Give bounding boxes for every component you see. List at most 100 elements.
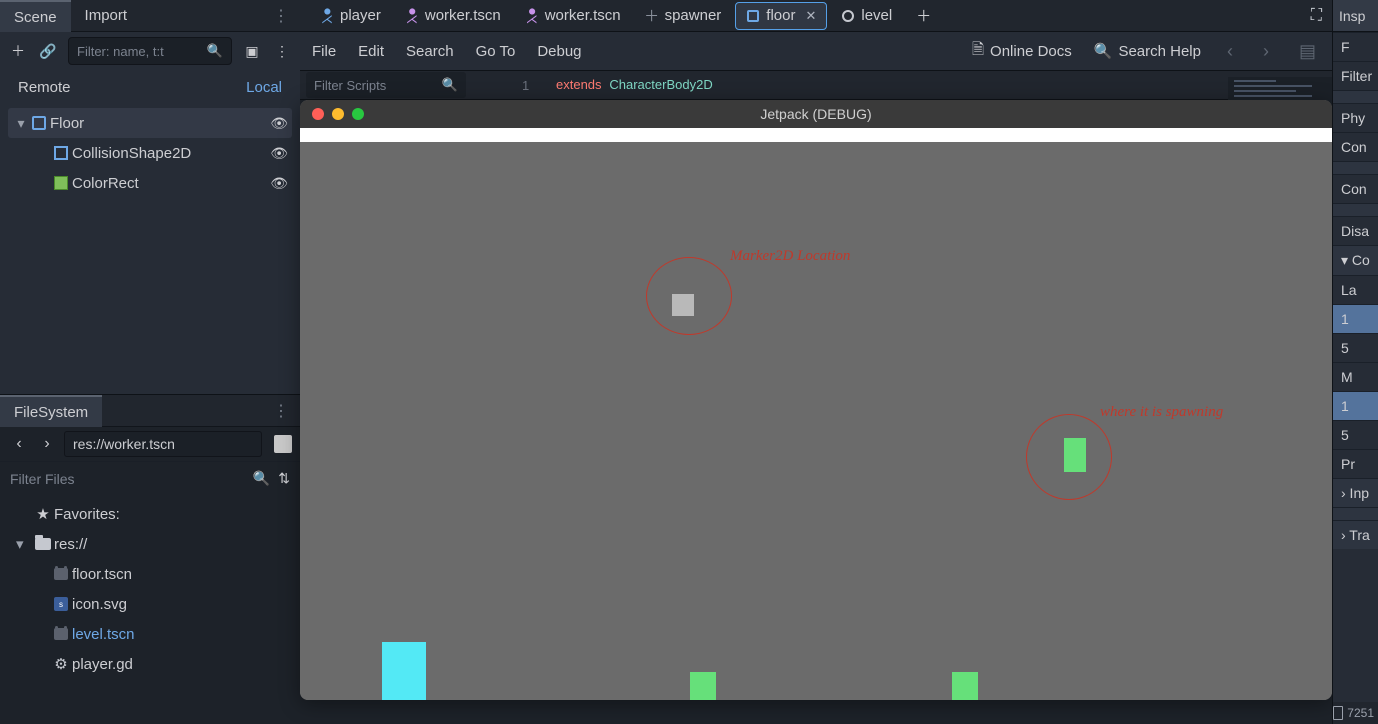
menu-file[interactable]: File (312, 43, 336, 60)
filesystem-tree: Favorites: ▾ res:// floor.tscnsicon.svg leve… (0, 495, 300, 724)
search-icon[interactable]: 🔍 (253, 470, 270, 487)
script-menu-bar: File Edit Search Go To Debug 🗎Online Doc… (300, 32, 1332, 70)
inspector-row[interactable]: M (1333, 362, 1378, 391)
tab-label: worker.tscn (425, 7, 501, 24)
inspector-row[interactable]: Disa (1333, 216, 1378, 245)
tab-label: spawner (665, 7, 722, 24)
scene-file-icon (54, 568, 68, 580)
chevron-down-icon[interactable]: ▾ (16, 535, 32, 553)
menu-debug[interactable]: Debug (537, 43, 581, 60)
inspector-row[interactable]: Filter (1333, 61, 1378, 90)
scene-tree-node[interactable]: ColorRect👁 (8, 168, 292, 198)
chevron-down-icon[interactable]: ▾ (14, 115, 28, 132)
worker-sprite (690, 672, 716, 700)
inspector-row[interactable]: ▾ Co (1333, 245, 1378, 275)
scene-tab-item[interactable]: worker.tscn (515, 2, 631, 30)
distraction-free-icon[interactable] (1311, 7, 1322, 25)
scene-file-icon (54, 628, 68, 640)
filesystem-tab[interactable]: FileSystem (0, 395, 102, 427)
inspector-row[interactable]: F (1333, 32, 1378, 61)
inspector-row[interactable]: 1 (1333, 391, 1378, 420)
menu-goto[interactable]: Go To (476, 43, 516, 60)
nav-back-icon[interactable]: ‹ (8, 435, 30, 453)
code-editor[interactable]: 1 extends CharacterBody2D (466, 77, 1332, 93)
inspector-row[interactable]: Con (1333, 174, 1378, 203)
scene-tree: ▾Floor👁CollisionShape2D👁ColorRect👁 (0, 104, 300, 394)
search-help-link[interactable]: 🔍Search Help (1094, 42, 1201, 60)
inspector-row[interactable]: › Inp (1333, 478, 1378, 507)
inspector-row[interactable]: 1 (1333, 304, 1378, 333)
inspector-row[interactable]: Pr (1333, 449, 1378, 478)
annotation-circle (1026, 414, 1112, 500)
sort-icon[interactable]: ⇅ (278, 470, 290, 487)
add-node-icon[interactable]: ＋ (8, 41, 28, 61)
history-forward-icon[interactable]: › (1259, 41, 1273, 62)
panels-icon[interactable]: ▤ (1295, 41, 1320, 62)
scene-tab-item[interactable]: floor ✕ (735, 2, 827, 30)
scene-tab-item[interactable]: spawner (635, 2, 732, 30)
attach-script-icon[interactable]: ▣ (242, 41, 262, 61)
inspector-panel: Insp FFilterPhyConConDisa▾ CoLa15M15Pr› … (1332, 0, 1378, 724)
instance-scene-icon[interactable]: 🔗 (38, 41, 58, 61)
inspector-row[interactable]: › Tra (1333, 520, 1378, 549)
inspector-row[interactable]: 5 (1333, 333, 1378, 362)
history-back-icon[interactable]: ‹ (1223, 41, 1237, 62)
online-docs-label: Online Docs (990, 43, 1072, 60)
script-filter-input[interactable]: Filter Scripts 🔍 (306, 72, 466, 98)
scene-more-icon[interactable]: ⋮ (272, 41, 292, 61)
add-tab-button[interactable]: ＋ (906, 2, 941, 30)
tab-label: floor (766, 7, 795, 24)
remote-tab[interactable]: Remote (18, 79, 71, 96)
scene-tab-item[interactable]: level (831, 2, 902, 30)
visibility-toggle-icon[interactable]: 👁 (266, 145, 292, 162)
file-filter-input[interactable]: Filter Files (10, 471, 245, 487)
inspector-row[interactable]: La (1333, 275, 1378, 304)
scene-tree-node[interactable]: ▾Floor👁 (8, 108, 292, 138)
scene-tab[interactable]: Scene (0, 0, 71, 32)
filesystem-item[interactable]: ▾ res:// (8, 529, 300, 559)
menu-search[interactable]: Search (406, 43, 454, 60)
filesystem-item[interactable]: floor.tscn (8, 559, 300, 589)
game-viewport: Marker2D Location where it is spawning (300, 142, 1332, 700)
inspector-row[interactable]: Phy (1333, 103, 1378, 132)
scene-tab-item[interactable]: worker.tscn (395, 2, 511, 30)
filesystem-item[interactable]: sicon.svg (8, 589, 300, 619)
file-label: icon.svg (72, 596, 127, 613)
nav-forward-icon[interactable]: › (36, 435, 58, 453)
scene-tabs: player worker.tscn worker.tscn spawner floor… (300, 0, 1332, 32)
search-icon: 🔍 (442, 77, 458, 93)
visibility-toggle-icon[interactable]: 👁 (266, 175, 292, 192)
inspector-row[interactable]: Con (1333, 132, 1378, 161)
file-label: level.tscn (72, 626, 135, 643)
scene-toolbar: ＋ 🔗 Filter: name, t:t 🔍 ▣ ⋮ (0, 32, 300, 70)
worker-sprite (952, 672, 978, 700)
filesystem-item[interactable]: Favorites: (8, 499, 300, 529)
character-icon (321, 10, 333, 22)
filesystem-item[interactable]: player.gd (8, 649, 300, 679)
file-label: res:// (54, 536, 87, 553)
folder-icon (35, 538, 51, 550)
scene-tree-node[interactable]: CollisionShape2D👁 (8, 138, 292, 168)
menu-edit[interactable]: Edit (358, 43, 384, 60)
character-icon (406, 10, 418, 22)
tab-label: player (340, 7, 381, 24)
scene-dock-menu-icon[interactable]: ⋮ (263, 6, 300, 26)
inspector-tab[interactable]: Insp (1333, 0, 1378, 32)
close-tab-icon[interactable]: ✕ (805, 8, 816, 24)
spawner-icon (644, 5, 659, 26)
character-icon (526, 10, 538, 22)
search-icon: 🔍 (1094, 42, 1113, 60)
visibility-toggle-icon[interactable]: 👁 (266, 115, 292, 132)
filesystem-item[interactable]: level.tscn (8, 619, 300, 649)
local-tab[interactable]: Local (246, 79, 282, 96)
filesystem-menu-icon[interactable]: ⋮ (263, 401, 300, 421)
file-label: player.gd (72, 656, 133, 673)
game-titlebar[interactable]: Jetpack (DEBUG) (300, 100, 1332, 128)
scene-tab-item[interactable]: player (310, 2, 391, 30)
inspector-row[interactable]: 5 (1333, 420, 1378, 449)
import-tab[interactable]: Import (71, 0, 142, 32)
online-docs-link[interactable]: 🗎Online Docs (972, 39, 1072, 64)
path-input[interactable]: res://worker.tscn (64, 431, 262, 457)
game-debug-window: Jetpack (DEBUG) Marker2D Location where … (300, 100, 1332, 700)
scene-filter-input[interactable]: Filter: name, t:t 🔍 (68, 37, 232, 65)
